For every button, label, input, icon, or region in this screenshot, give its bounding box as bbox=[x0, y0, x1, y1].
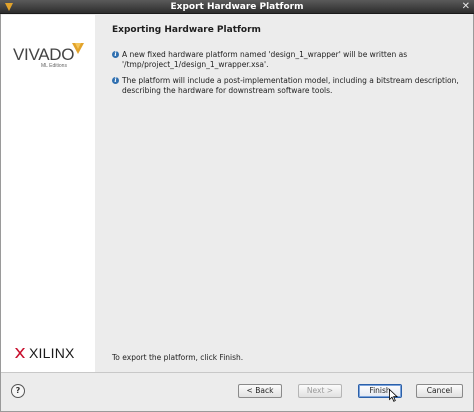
button-bar-separator bbox=[1, 372, 473, 373]
vivado-mark-icon bbox=[72, 43, 84, 54]
back-button[interactable]: < Back bbox=[238, 384, 282, 398]
xilinx-wordmark: XILINX bbox=[29, 345, 75, 361]
sidebar-branding: VIVADO ML Editions XILINX bbox=[1, 15, 95, 372]
next-button[interactable]: Next > bbox=[298, 384, 342, 398]
window-title: Export Hardware Platform bbox=[170, 2, 304, 12]
info-message-contents: i The platform will include a post-imple… bbox=[112, 76, 462, 98]
help-button[interactable]: ? bbox=[11, 384, 25, 398]
title-bar[interactable]: Export Hardware Platform ✕ bbox=[0, 0, 474, 14]
info-icon: i bbox=[112, 77, 119, 84]
edition-label: ML Editions bbox=[41, 63, 67, 69]
vivado-app-icon bbox=[5, 3, 13, 11]
page-title: Exporting Hardware Platform bbox=[112, 25, 261, 35]
info-message-output: i A new fixed hardware platform named 'd… bbox=[112, 50, 462, 72]
xilinx-logo: XILINX bbox=[14, 345, 90, 363]
main-content: Exporting Hardware Platform i A new fixe… bbox=[96, 15, 473, 372]
vivado-wordmark: VIVADO bbox=[13, 45, 75, 64]
info-icon: i bbox=[112, 51, 119, 58]
info-message-text: The platform will include a post-impleme… bbox=[122, 76, 459, 95]
info-message-text: A new fixed hardware platform named 'des… bbox=[122, 50, 408, 69]
cancel-button[interactable]: Cancel bbox=[416, 384, 463, 398]
xilinx-mark-icon bbox=[15, 348, 25, 358]
vivado-logo: VIVADO ML Editions bbox=[13, 41, 89, 77]
close-icon[interactable]: ✕ bbox=[462, 1, 470, 13]
mouse-pointer-icon bbox=[389, 389, 398, 402]
footer-instruction: To export the platform, click Finish. bbox=[112, 353, 244, 362]
